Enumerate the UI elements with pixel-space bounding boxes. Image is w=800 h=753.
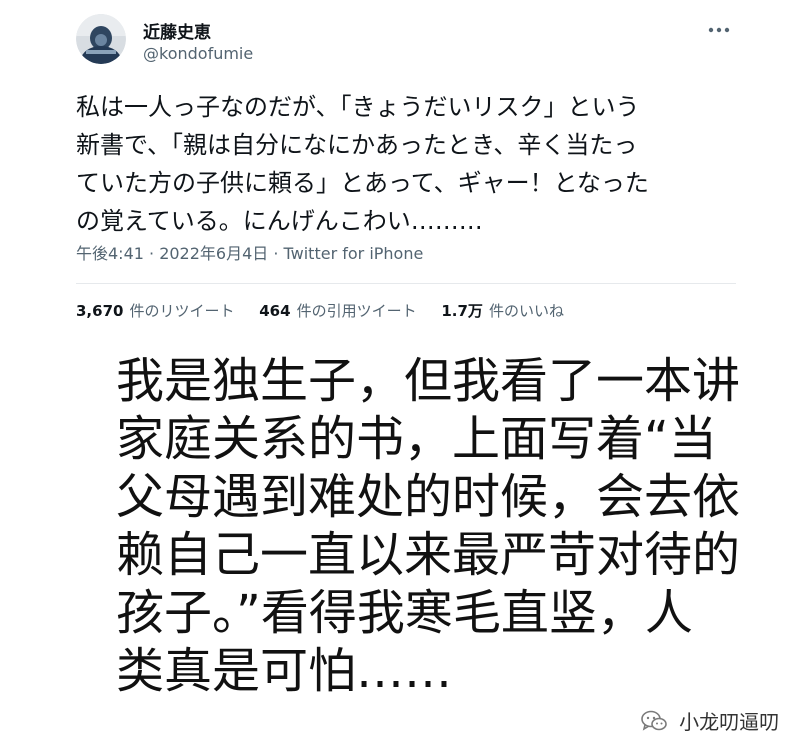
translation-line: 父母遇到难处的时候，会去依 xyxy=(116,469,741,525)
tweet-text-line: 新書で、「親は自分になにかあったとき、辛く当たっ xyxy=(76,131,638,159)
tweet-timestamp[interactable]: 午後4:41 · 2022年6月4日 · Twitter for iPhone xyxy=(76,240,423,264)
translation-line: 赖自己一直以来最严苛对待的 xyxy=(116,527,741,583)
watermark: 小龙叨逼叨 xyxy=(640,706,779,734)
author-avatar[interactable] xyxy=(76,14,126,64)
translation-line: 我是独生子，但我看了一本讲 xyxy=(116,353,741,409)
tweet-text-line: 私は一人っ子なのだが、「きょうだいリスク」という xyxy=(76,93,640,121)
translation-line: 类真是可怕…… xyxy=(116,643,453,699)
retweet-number: 3,670 xyxy=(76,302,124,320)
retweet-count[interactable]: 3,670 件のリツイート xyxy=(76,300,234,321)
watermark-text: 小龙叨逼叨 xyxy=(679,710,780,734)
translation-line: 孩子。”看得我寒毛直竖，人 xyxy=(116,585,693,641)
wechat-icon xyxy=(640,709,668,733)
screenshot-page: 近藤史恵 @kondofumie 私は一人っ子なのだが、「きょうだいリスク」とい… xyxy=(0,0,800,753)
avatar-image xyxy=(76,14,126,64)
more-dots-icon[interactable] xyxy=(707,20,731,33)
translation-line: 家庭关系的书，上面写着“当 xyxy=(116,411,717,467)
tweet-stats: 3,670 件のリツイート 464 件の引用ツイート 1.7万 件のいいね xyxy=(76,300,584,321)
like-label: 件のいいね xyxy=(488,302,564,320)
like-number: 1.7万 xyxy=(441,302,483,320)
quote-tweet-label: 件の引用ツイート xyxy=(296,302,417,320)
quote-tweet-number: 464 xyxy=(259,302,291,320)
author-display-name[interactable]: 近藤史恵 xyxy=(143,18,211,43)
tweet-text: 私は一人っ子なのだが、「きょうだいリスク」という 新書で、「親は自分になにかあっ… xyxy=(76,88,736,240)
like-count[interactable]: 1.7万 件のいいね xyxy=(441,300,564,321)
retweet-label: 件のリツイート xyxy=(129,302,235,320)
quote-tweet-count[interactable]: 464 件の引用ツイート xyxy=(259,300,416,321)
chinese-translation: 我是独生子，但我看了一本讲 家庭关系的书，上面写着“当 父母遇到难处的时候，会去… xyxy=(116,352,741,700)
tweet-text-line: の覚えている。にんげんこわい……… xyxy=(76,207,483,235)
author-handle[interactable]: @kondofumie xyxy=(143,44,253,63)
divider-top xyxy=(76,283,736,284)
tweet-text-line: ていた方の子供に頼る」とあって、ギャー！となった xyxy=(76,169,649,197)
